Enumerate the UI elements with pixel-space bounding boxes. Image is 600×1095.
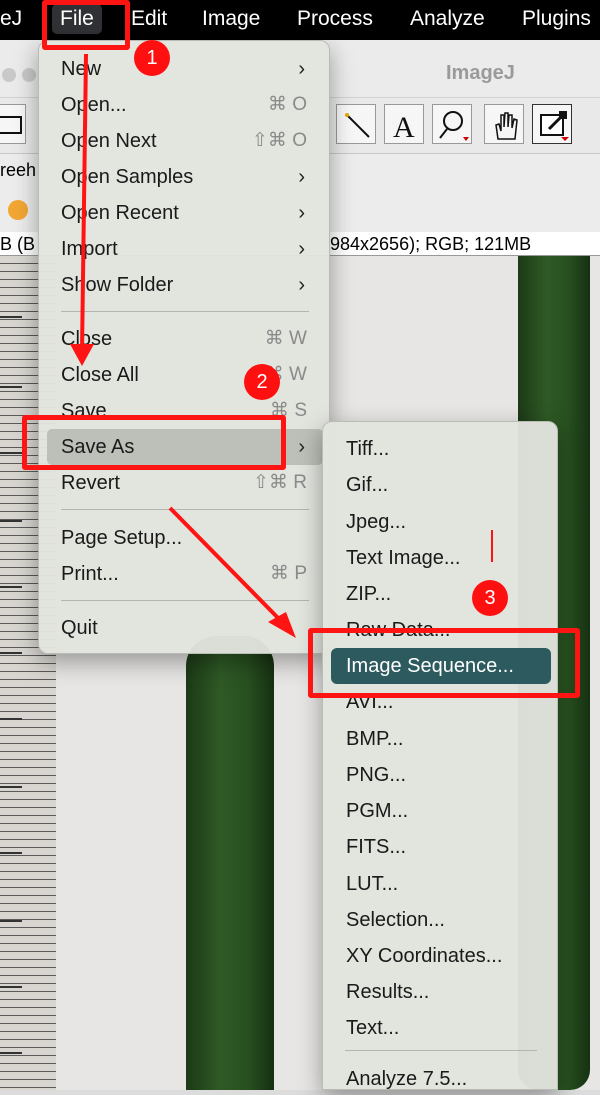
step-badge-1: 1 <box>134 40 170 76</box>
highlight-box-image-sequence <box>308 628 580 698</box>
step-badge-3: 3 <box>472 580 508 616</box>
arrow-to-image-sequence <box>168 506 284 624</box>
annotation-arrows <box>70 53 493 638</box>
arrow-head <box>70 344 94 366</box>
arrow-head <box>268 612 296 638</box>
highlight-box-file <box>42 0 130 50</box>
arrow-to-save-as <box>80 53 88 353</box>
highlight-box-save-as <box>22 415 286 470</box>
step-badge-2: 2 <box>244 364 280 400</box>
